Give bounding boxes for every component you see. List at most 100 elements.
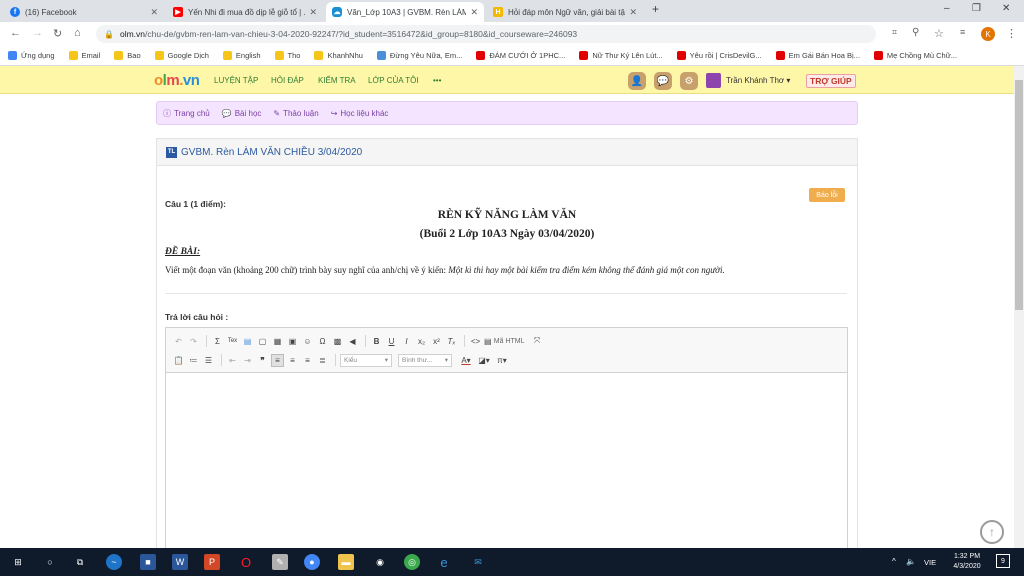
friends-icon[interactable]: 👤 <box>628 72 646 90</box>
scroll-to-top-button[interactable]: ↑ <box>980 520 1004 544</box>
bookmark-item[interactable]: Email <box>68 51 100 60</box>
code-icon[interactable]: <> <box>469 335 482 348</box>
bold-icon[interactable]: B <box>370 335 383 348</box>
bookmark-item[interactable]: Ứng dụng <box>8 51 55 60</box>
profile-avatar[interactable]: K <box>981 27 995 41</box>
numbered-list-icon[interactable]: ≔ <box>187 354 200 367</box>
indent-icon[interactable]: ⇥ <box>241 354 254 367</box>
image-icon[interactable]: ▣ <box>286 335 299 348</box>
sum-icon[interactable]: Σ <box>211 335 224 348</box>
blockquote-icon[interactable]: ❞ <box>256 354 269 367</box>
minimize-button[interactable]: – <box>944 3 950 14</box>
underline-icon[interactable]: U <box>385 335 398 348</box>
document-icon[interactable]: ▢ <box>256 335 269 348</box>
bookmark-item[interactable]: Đừng Yêu Nữa, Em... <box>376 51 462 60</box>
format-select[interactable]: Bình thư... ▾ <box>398 353 452 367</box>
table-icon[interactable]: ▦ <box>271 335 284 348</box>
report-error-button[interactable]: Báo lỗi <box>809 188 845 202</box>
menu-qa[interactable]: HỎI ĐÁP <box>271 76 304 85</box>
app-icon[interactable]: ■ <box>140 554 156 570</box>
help-button[interactable]: TRỢ GIÚP <box>806 74 856 88</box>
file-explorer-icon[interactable]: ▬ <box>338 554 354 570</box>
word-icon[interactable]: W <box>172 554 188 570</box>
tab-olm-active[interactable]: ☁ Văn_Lớp 10A3 | GVBM. Rèn LÀM ... ✕ <box>326 2 484 22</box>
menu-dots-icon[interactable]: ⋮ <box>1006 27 1017 40</box>
fullscreen-icon[interactable]: ⤧ <box>531 335 544 348</box>
tab-hoc24[interactable]: H Hỏi đáp môn Ngữ văn, giải bài tậ... ✕ <box>487 2 643 22</box>
bookmark-item[interactable]: Google Dịch <box>154 51 209 60</box>
emoji-icon[interactable]: ☺ <box>301 335 314 348</box>
audio-icon[interactable]: ◀ <box>346 335 359 348</box>
app-icon[interactable]: ◎ <box>404 554 420 570</box>
zoom-icon[interactable]: ⚲ <box>912 27 919 38</box>
avatar[interactable] <box>706 73 721 88</box>
user-name[interactable]: Trần Khánh Thơ ▾ <box>726 76 790 85</box>
bookmark-item[interactable]: English <box>222 51 261 60</box>
task-view-icon[interactable]: ⧉ <box>72 554 88 570</box>
bookmark-item[interactable]: KhanhNhu <box>314 51 363 60</box>
menu-more[interactable]: ••• <box>433 76 441 85</box>
subnav-lessons[interactable]: 💬 Bài học <box>222 109 262 118</box>
bg-color-icon[interactable]: ◪▾ <box>476 354 492 367</box>
style-select[interactable]: Kiểu ▾ <box>340 353 392 367</box>
redo-icon[interactable]: ↷ <box>187 335 200 348</box>
tab-facebook[interactable]: f (16) Facebook ✕ <box>4 2 164 22</box>
close-icon[interactable]: ✕ <box>629 7 637 18</box>
math-tex-icon[interactable]: Tex <box>226 335 239 348</box>
scrollbar-thumb[interactable] <box>1015 80 1023 310</box>
home-icon[interactable]: ⌂ <box>74 27 81 39</box>
superscript-icon[interactable]: x² <box>430 335 443 348</box>
notification-icon[interactable]: ⚙ <box>680 72 698 90</box>
subnav-discussion[interactable]: ✎ Thảo luận <box>273 109 318 118</box>
align-center-icon[interactable]: ≡ <box>286 354 299 367</box>
bookmark-item[interactable]: Em Gái Bán Hoa Bị... <box>775 51 860 60</box>
copy-format-icon[interactable]: ▤ <box>241 335 254 348</box>
notification-center-icon[interactable]: 9 <box>996 554 1010 568</box>
bookmark-item[interactable]: Nữ Thư Ký Lên Lút... <box>579 51 663 60</box>
bookmark-item[interactable]: Bao <box>114 51 141 60</box>
bullet-list-icon[interactable]: ☰ <box>202 354 215 367</box>
chat-icon[interactable]: 💬 <box>654 72 672 90</box>
menu-my-class[interactable]: LỚP CỦA TÔI <box>368 76 419 85</box>
close-icon[interactable]: ✕ <box>150 7 158 18</box>
bookmark-item[interactable]: Yêu rồi | CrisDevilG... <box>676 51 762 60</box>
edge-icon[interactable]: e <box>436 554 452 570</box>
translate-icon[interactable]: ⌗ <box>892 27 897 38</box>
media-icon[interactable]: ≡ <box>960 27 965 37</box>
restore-button[interactable]: ❐ <box>972 3 981 14</box>
site-logo[interactable]: olm.vn <box>154 72 200 89</box>
outdent-icon[interactable]: ⇤ <box>226 354 239 367</box>
align-left-icon[interactable]: ≡ <box>271 353 284 367</box>
menu-practice[interactable]: LUYỆN TẬP <box>214 76 258 85</box>
forward-icon[interactable]: → <box>32 27 43 39</box>
bookmark-item[interactable]: ĐÁM CƯỚI Ở 1PHC... <box>476 51 565 60</box>
clear-format-icon[interactable]: Tₓ <box>445 335 458 348</box>
italic-icon[interactable]: I <box>400 335 413 348</box>
windows-start-icon[interactable]: ⊞ <box>10 554 26 570</box>
text-color-icon[interactable]: A▾ <box>458 354 474 367</box>
align-justify-icon[interactable]: ≣ <box>316 354 329 367</box>
opera-icon[interactable]: O <box>238 554 254 570</box>
close-icon[interactable]: ✕ <box>309 7 317 18</box>
reload-icon[interactable]: ↻ <box>53 27 62 40</box>
subnav-other-resources[interactable]: ↪ Học liệu khác <box>331 109 389 118</box>
paint-icon[interactable]: ✎ <box>272 554 288 570</box>
input-language[interactable]: VIE <box>924 558 936 567</box>
subnav-home[interactable]: ⓘ Trang chủ <box>163 108 210 119</box>
back-icon[interactable]: ← <box>10 27 21 39</box>
menu-test[interactable]: KIỂM TRA <box>318 76 356 85</box>
powerpoint-icon[interactable]: P <box>204 554 220 570</box>
subscript-icon[interactable]: x₂ <box>415 335 428 348</box>
align-right-icon[interactable]: ≡ <box>301 354 314 367</box>
page-scrollbar[interactable] <box>1014 66 1024 548</box>
volume-icon[interactable]: 🔈 <box>906 557 916 566</box>
mail-icon[interactable]: ✉ <box>470 554 486 570</box>
chrome-icon[interactable]: ● <box>304 554 320 570</box>
address-bar[interactable]: 🔒 olm.vn/chu-de/gvbm-ren-lam-van-chieu-3… <box>96 25 876 43</box>
video-icon[interactable]: ▩ <box>331 335 344 348</box>
new-tab-button[interactable]: + <box>652 2 659 16</box>
star-icon[interactable]: ☆ <box>934 27 944 40</box>
messenger-icon[interactable]: ~ <box>106 554 122 570</box>
tray-chevron-icon[interactable]: ^ <box>892 557 896 566</box>
paste-icon[interactable]: 📋 <box>172 354 185 367</box>
